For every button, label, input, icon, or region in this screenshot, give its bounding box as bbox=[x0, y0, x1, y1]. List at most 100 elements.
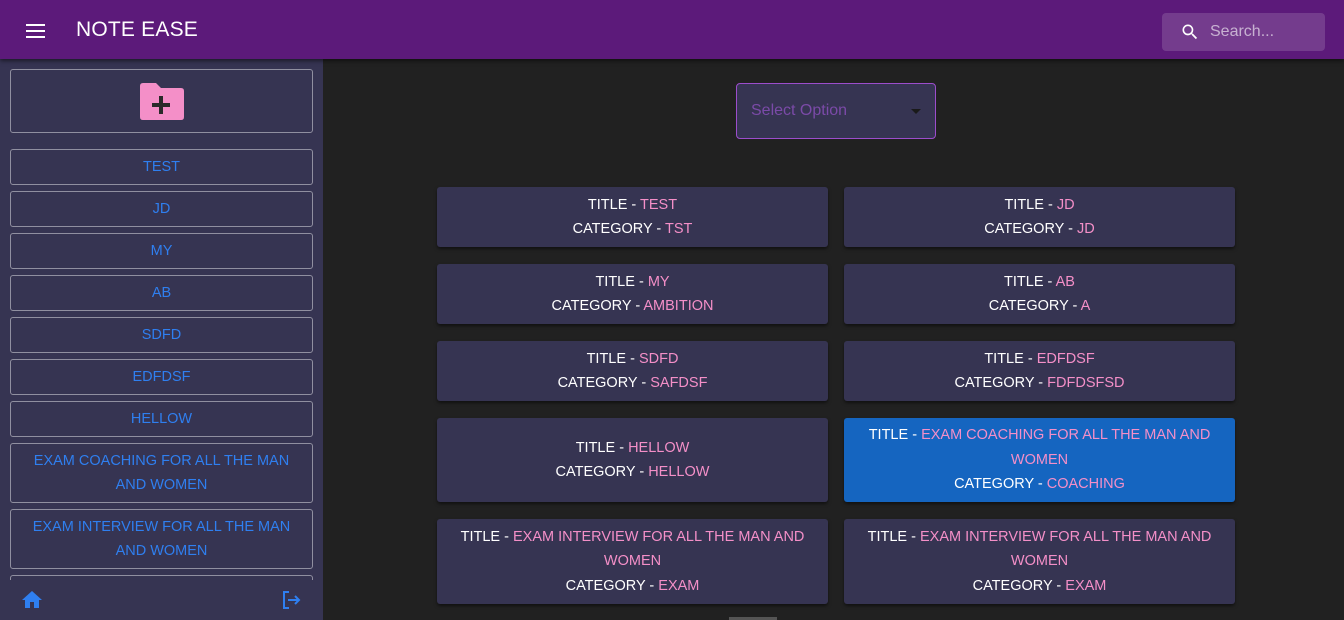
note-card[interactable]: TITLE - JD CATEGORY - JD bbox=[844, 187, 1235, 247]
note-card[interactable]: TITLE - MY CATEGORY - AMBITION bbox=[437, 264, 828, 324]
sidebar-note-label: EDFDSF bbox=[132, 369, 191, 385]
sidebar-note-item[interactable]: EXAM COACHING FOR ALL THE MAN AND WOMEN bbox=[10, 443, 313, 503]
card-title-value: SDFD bbox=[638, 350, 679, 367]
card-separator: - bbox=[1052, 577, 1066, 594]
card-title-line: TITLE - EXAM COACHING FOR ALL THE MAN AN… bbox=[858, 423, 1221, 472]
sidebar: TEST JD MY AB SDFD EDFDSF HELLOW EXAM CO… bbox=[0, 59, 323, 620]
card-category-value: JD bbox=[1076, 221, 1095, 237]
card-category-label: CATEGORY bbox=[572, 221, 653, 237]
search-box[interactable] bbox=[1162, 13, 1325, 51]
card-category-line: CATEGORY - HELLOW bbox=[556, 460, 710, 485]
card-category-label: CATEGORY bbox=[988, 298, 1069, 314]
home-icon[interactable] bbox=[20, 588, 44, 612]
card-title-value: EDFDSF bbox=[1036, 350, 1095, 367]
card-separator: - bbox=[627, 196, 641, 213]
card-title-label: TITLE bbox=[1004, 196, 1044, 213]
card-category-line: CATEGORY - COACHING bbox=[954, 472, 1125, 497]
search-input[interactable] bbox=[1210, 13, 1320, 51]
card-category-value: HELLOW bbox=[648, 464, 710, 480]
menu-icon[interactable] bbox=[18, 17, 54, 45]
card-separator: - bbox=[635, 464, 649, 480]
sidebar-note-item[interactable]: EXAM INTERVIEW FOR ALL THE MAN AND WOMEN bbox=[10, 509, 313, 569]
card-separator: - bbox=[1034, 375, 1048, 391]
card-title-line: TITLE - TEST bbox=[588, 193, 677, 218]
note-list: TEST JD MY AB SDFD EDFDSF HELLOW EXAM CO… bbox=[10, 149, 313, 617]
card-title-label: TITLE bbox=[867, 528, 908, 545]
card-separator: - bbox=[645, 577, 659, 594]
card-separator: - bbox=[631, 298, 644, 314]
note-card[interactable]: TITLE - AB CATEGORY - A bbox=[844, 264, 1235, 324]
category-select[interactable]: Select Option bbox=[736, 83, 936, 139]
card-separator: - bbox=[1068, 298, 1081, 314]
card-separator: - bbox=[637, 375, 651, 391]
main-content: Select Option TITLE - TEST CATEGORY - TST… bbox=[323, 59, 1344, 620]
card-category-label: CATEGORY bbox=[555, 464, 636, 480]
sidebar-note-label: JD bbox=[152, 201, 171, 217]
sidebar-note-item[interactable]: SDFD bbox=[10, 317, 313, 353]
card-category-line: CATEGORY - TST bbox=[573, 217, 693, 242]
card-category-value: EXAM bbox=[658, 577, 700, 594]
note-card[interactable]: TITLE - EXAM INTERVIEW FOR ALL THE MAN A… bbox=[844, 519, 1235, 604]
card-title-label: TITLE bbox=[984, 350, 1024, 367]
card-separator: - bbox=[1043, 196, 1057, 213]
sidebar-note-item[interactable]: HELLOW bbox=[10, 401, 313, 437]
note-card[interactable]: TITLE - HELLOW CATEGORY - HELLOW bbox=[437, 418, 828, 502]
card-separator: - bbox=[1064, 221, 1077, 237]
card-separator: - bbox=[626, 350, 639, 367]
note-card[interactable]: TITLE - EDFDSF CATEGORY - FDFDSFSD bbox=[844, 341, 1235, 401]
card-title-value: EXAM INTERVIEW FOR ALL THE MAN AND WOMEN bbox=[512, 528, 805, 570]
card-title-label: TITLE bbox=[575, 439, 616, 456]
card-title-value: TEST bbox=[640, 196, 678, 213]
sidebar-note-label: EXAM COACHING FOR ALL THE MAN AND WOMEN bbox=[33, 453, 290, 493]
card-category-label: CATEGORY bbox=[984, 221, 1065, 237]
sidebar-note-item[interactable]: JD bbox=[10, 191, 313, 227]
card-title-label: TITLE bbox=[868, 427, 909, 444]
card-category-value: EXAM bbox=[1065, 577, 1107, 594]
sidebar-note-label: HELLOW bbox=[130, 411, 193, 427]
card-category-line: CATEGORY - EXAM bbox=[566, 574, 700, 599]
card-separator: - bbox=[1023, 350, 1037, 367]
card-title-value: EXAM COACHING FOR ALL THE MAN AND WOMEN bbox=[921, 427, 1211, 468]
card-title-value: HELLOW bbox=[628, 439, 690, 456]
card-title-value: JD bbox=[1056, 196, 1075, 213]
card-category-label: CATEGORY bbox=[954, 375, 1035, 391]
card-separator: - bbox=[634, 273, 648, 290]
card-category-label: CATEGORY bbox=[972, 577, 1053, 594]
note-card[interactable]: TITLE - EXAM INTERVIEW FOR ALL THE MAN A… bbox=[437, 519, 828, 604]
sidebar-footer bbox=[0, 580, 323, 620]
card-title-label: TITLE bbox=[587, 196, 628, 213]
card-title-value: EXAM INTERVIEW FOR ALL THE MAN AND WOMEN bbox=[919, 528, 1212, 570]
card-category-line: CATEGORY - FDFDSFSD bbox=[954, 371, 1124, 396]
card-title-value: MY bbox=[647, 273, 670, 290]
sidebar-note-item[interactable]: EDFDSF bbox=[10, 359, 313, 395]
sidebar-note-item[interactable]: AB bbox=[10, 275, 313, 311]
card-title-line: TITLE - HELLOW bbox=[576, 436, 690, 461]
card-separator: - bbox=[652, 221, 665, 237]
sidebar-note-item[interactable]: MY bbox=[10, 233, 313, 269]
card-category-value: AMBITION bbox=[643, 298, 714, 314]
sidebar-note-label: MY bbox=[150, 243, 173, 259]
app-bar: NOTE EASE bbox=[0, 0, 1344, 59]
note-card[interactable]: TITLE - TEST CATEGORY - TST bbox=[437, 187, 828, 247]
note-card[interactable]: TITLE - SDFD CATEGORY - SAFDSF bbox=[437, 341, 828, 401]
note-card[interactable]: TITLE - EXAM COACHING FOR ALL THE MAN AN… bbox=[844, 418, 1235, 502]
card-title-line: TITLE - EXAM INTERVIEW FOR ALL THE MAN A… bbox=[858, 525, 1221, 574]
add-folder-button[interactable] bbox=[10, 69, 313, 133]
card-category-label: CATEGORY bbox=[557, 375, 638, 391]
card-separator: - bbox=[615, 439, 629, 456]
logout-icon[interactable] bbox=[279, 588, 303, 612]
card-title-line: TITLE - AB bbox=[1004, 270, 1075, 295]
card-separator: - bbox=[907, 528, 920, 545]
card-title-label: TITLE bbox=[1004, 273, 1044, 290]
card-category-label: CATEGORY bbox=[954, 476, 1034, 493]
card-category-label: CATEGORY bbox=[551, 298, 632, 314]
card-separator: - bbox=[500, 528, 513, 545]
card-separator: - bbox=[1043, 273, 1056, 290]
select-placeholder: Select Option bbox=[751, 102, 848, 119]
sidebar-note-label: AB bbox=[151, 285, 172, 301]
card-title-label: TITLE bbox=[595, 273, 635, 290]
card-title-line: TITLE - JD bbox=[1004, 193, 1074, 218]
card-title-line: TITLE - SDFD bbox=[587, 347, 679, 372]
sidebar-note-item[interactable]: TEST bbox=[10, 149, 313, 185]
sidebar-note-label: SDFD bbox=[141, 327, 182, 343]
